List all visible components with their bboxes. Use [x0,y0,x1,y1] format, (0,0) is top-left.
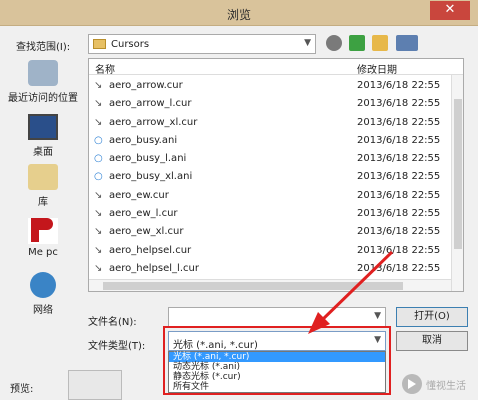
places-bar: 最近访问的位置 桌面 库 Me pc 网络 [0,60,86,322]
cursor-file-icon: ↘ [94,116,103,128]
watermark-text: 懂视生活 [426,381,466,392]
file-name: aero_ew_xl.cur [109,226,184,238]
file-name: aero_ew.cur [109,189,169,201]
file-date: 2013/6/18 22:55 [357,134,441,146]
cancel-button[interactable]: 取消 [396,331,468,351]
cursor-file-icon: ↘ [94,189,103,201]
folder-icon [93,39,106,49]
place-libraries[interactable]: 库 [0,164,86,208]
table-row[interactable]: ↘ aero_helpsel.cur 2013/6/18 22:55 [89,242,451,260]
file-name: aero_arrow_xl.cur [109,116,198,128]
filename-label: 文件名(N): [88,317,137,328]
cursor-file-icon: ↘ [94,226,103,238]
file-name: aero_busy_xl.ani [109,171,193,183]
cursor-file-icon: ↘ [94,98,103,110]
table-row[interactable]: ○ aero_busy_l.ani 2013/6/18 22:55 [89,150,451,168]
file-date: 2013/6/18 22:55 [357,80,441,91]
table-row[interactable]: ○ aero_busy.ani 2013/6/18 22:55 [89,132,451,150]
file-name: aero_busy.ani [109,134,178,146]
desktop-icon [28,114,58,140]
file-date: 2013/6/18 22:55 [357,208,441,220]
cursor-file-icon: ↘ [94,80,103,91]
table-row[interactable]: ○ aero_busy_xl.ani 2013/6/18 22:55 [89,168,451,186]
column-header-date[interactable]: 修改日期 [357,61,397,76]
file-rows: ↘ aero_arrow.cur 2013/6/18 22:55 ↘ aero_arro… [89,77,451,278]
look-in-combo[interactable]: Cursors ▼ [88,34,316,54]
table-row[interactable]: ↘ aero_ew_xl.cur 2013/6/18 22:55 [89,223,451,241]
file-name: aero_arrow_l.cur [109,98,192,110]
computer-icon [28,218,58,244]
table-row[interactable]: ↘ aero_ew.cur 2013/6/18 22:55 [89,187,451,205]
file-date: 2013/6/18 22:55 [357,189,441,201]
file-date: 2013/6/18 22:55 [357,244,441,256]
toolbar-icons [326,35,422,53]
libraries-icon [28,164,58,190]
network-icon [30,272,56,298]
cursor-file-icon: ↘ [94,262,103,274]
table-row[interactable]: ↘ aero_ew_l.cur 2013/6/18 22:55 [89,205,451,223]
filename-input[interactable]: ▼ [168,307,386,327]
file-date: 2013/6/18 22:55 [357,171,441,183]
place-label: 网络 [33,305,53,316]
open-button[interactable]: 打开(O) [396,307,468,327]
title-bar: 浏览 ✕ [0,0,478,26]
scroll-thumb[interactable] [103,282,403,290]
file-name: aero_ew_l.cur [109,208,178,220]
recent-places-icon [28,60,58,86]
place-desktop[interactable]: 桌面 [0,114,86,158]
file-date: 2013/6/18 22:55 [357,153,441,165]
preview-label: 预览: [10,384,34,395]
place-label: 桌面 [33,147,53,158]
file-list[interactable]: 名称 修改日期 ↘ aero_arrow.cur 2013/6/18 22:55 ↘ a… [88,58,464,292]
file-list-header: 名称 修改日期 [89,59,463,76]
file-date: 2013/6/18 22:55 [357,226,441,238]
table-row[interactable]: ↘ aero_arrow_xl.cur 2013/6/18 22:55 [89,114,451,132]
horizontal-scrollbar[interactable] [89,279,451,291]
place-recent[interactable]: 最近访问的位置 [0,60,86,104]
place-label: 库 [38,197,48,208]
up-folder-icon[interactable] [349,35,366,51]
animated-cursor-icon: ○ [94,134,103,146]
animated-cursor-icon: ○ [94,153,103,165]
view-menu-icon[interactable] [395,35,418,51]
close-button[interactable]: ✕ [430,1,470,20]
back-icon[interactable] [326,35,342,51]
play-icon [402,374,422,394]
file-name: aero_helpsel_l.cur [109,262,199,274]
place-network[interactable]: 网络 [0,272,86,316]
highlight-box [163,326,391,395]
place-label: 最近访问的位置 [8,93,78,104]
scroll-thumb[interactable] [454,99,462,249]
vertical-scrollbar[interactable] [451,75,463,291]
chevron-down-icon[interactable]: ▼ [374,311,381,321]
cursor-file-icon: ↘ [94,244,103,256]
chevron-down-icon[interactable]: ▼ [304,38,311,48]
place-label: Me pc [28,247,58,258]
file-date: 2013/6/18 22:55 [357,98,441,110]
file-name: aero_arrow.cur [109,80,183,91]
window-title: 浏览 [226,8,251,22]
table-row[interactable]: ↘ aero_arrow_l.cur 2013/6/18 22:55 [89,95,451,113]
watermark: 懂视生活 [402,372,472,396]
filetype-label: 文件类型(T): [88,341,146,352]
look-in-label: 查找范围(I): [16,42,71,53]
new-folder-icon[interactable] [372,35,389,51]
file-date: 2013/6/18 22:55 [357,116,441,128]
column-header-name[interactable]: 名称 [95,61,115,76]
place-computer[interactable]: Me pc [0,218,86,258]
file-name: aero_helpsel.cur [109,244,192,256]
table-row[interactable]: ↘ aero_arrow.cur 2013/6/18 22:55 [89,77,451,95]
cursor-file-icon: ↘ [94,208,103,220]
file-date: 2013/6/18 22:55 [357,262,441,274]
file-name: aero_busy_l.ani [109,153,187,165]
animated-cursor-icon: ○ [94,171,103,183]
table-row[interactable]: ↘ aero_helpsel_l.cur 2013/6/18 22:55 [89,260,451,278]
look-in-value: Cursors [111,39,150,50]
preview-pane [68,370,122,400]
